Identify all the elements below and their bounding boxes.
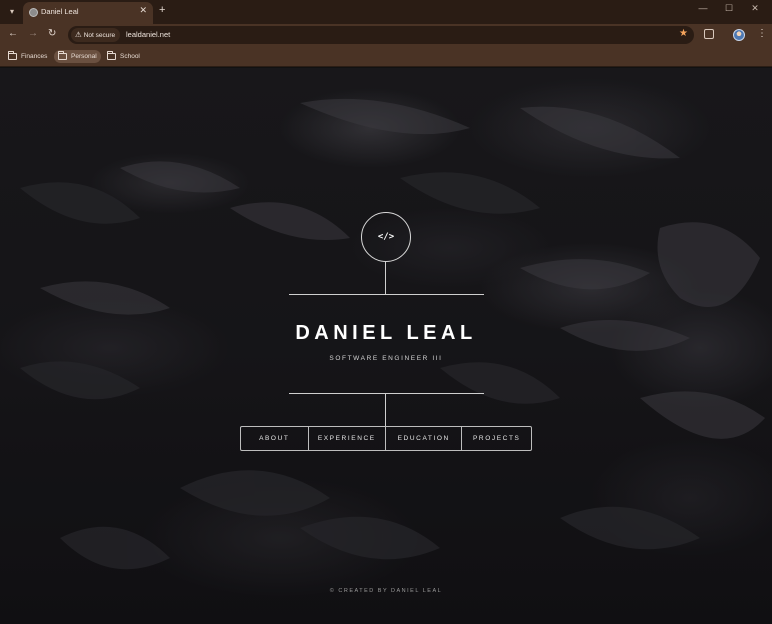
address-bar[interactable]: ⚠ Not secure lealdaniel.net ★ <box>68 26 694 44</box>
reload-icon[interactable]: ↻ <box>48 28 56 39</box>
security-label: Not secure <box>83 32 116 39</box>
tab-daniel-leal[interactable]: Daniel Leal ✕ <box>23 2 153 24</box>
nav-about[interactable]: ABOUT <box>241 427 309 450</box>
main-nav: ABOUT EXPERIENCE EDUCATION PROJECTS <box>240 426 532 451</box>
avatar[interactable] <box>733 29 745 41</box>
bookmark-label: School <box>120 53 140 60</box>
bookmarks-bar: Finances Personal School <box>0 46 772 67</box>
bookmark-label: Personal <box>71 53 97 60</box>
divider-vertical-bottom <box>385 393 386 426</box>
hero-section: </> DANIEL LEAL SOFTWARE ENGINEER III AB… <box>0 68 772 624</box>
globe-icon <box>29 8 38 17</box>
code-icon: </> <box>361 212 411 262</box>
new-tab-button[interactable]: + <box>159 4 165 16</box>
folder-icon <box>107 51 116 60</box>
bookmark-label: Finances <box>21 53 48 60</box>
warning-triangle-icon: ⚠ <box>75 30 82 39</box>
job-title: SOFTWARE ENGINEER III <box>329 355 443 362</box>
url-text[interactable]: lealdaniel.net <box>126 30 170 39</box>
divider-bottom <box>289 393 484 394</box>
page-content: </> DANIEL LEAL SOFTWARE ENGINEER III AB… <box>0 68 772 624</box>
maximize-button[interactable]: ☐ <box>716 3 742 14</box>
page-title: DANIEL LEAL <box>295 322 477 344</box>
close-window-button[interactable]: ✕ <box>742 3 768 14</box>
folder-icon <box>8 51 17 60</box>
browser-window: ▾ Daniel Leal ✕ + — ☐ ✕ ← → ↻ ⚠ Not secur… <box>0 0 772 624</box>
tab-strip: ▾ Daniel Leal ✕ + — ☐ ✕ <box>0 0 772 24</box>
security-chip[interactable]: ⚠ Not secure <box>71 28 121 42</box>
divider-top <box>289 294 484 295</box>
minimize-button[interactable]: — <box>690 3 716 14</box>
footer-credit: © CREATED BY DANIEL LEAL <box>329 588 443 594</box>
kebab-icon[interactable]: ⋮ <box>757 28 767 39</box>
browser-toolbar: ← → ↻ ⚠ Not secure lealdaniel.net ★ ⋮ <box>0 24 772 46</box>
puzzle-icon[interactable] <box>704 29 714 39</box>
nav-education[interactable]: EDUCATION <box>386 427 463 450</box>
arrow-left-icon[interactable]: ← <box>8 28 18 39</box>
bookmark-personal[interactable]: Personal <box>54 50 101 63</box>
close-icon[interactable]: ✕ <box>139 5 147 16</box>
bookmark-school[interactable]: School <box>103 50 144 63</box>
tab-title: Daniel Leal <box>41 7 79 16</box>
nav-projects[interactable]: PROJECTS <box>462 427 531 450</box>
bookmark-finances[interactable]: Finances <box>4 50 51 63</box>
nav-experience[interactable]: EXPERIENCE <box>309 427 386 450</box>
window-controls: — ☐ ✕ <box>690 3 768 14</box>
divider-vertical-top <box>385 262 386 294</box>
folder-icon <box>58 51 67 60</box>
chevron-down-icon[interactable]: ▾ <box>5 5 19 19</box>
arrow-right-icon[interactable]: → <box>28 28 38 39</box>
star-icon[interactable]: ★ <box>679 28 688 39</box>
